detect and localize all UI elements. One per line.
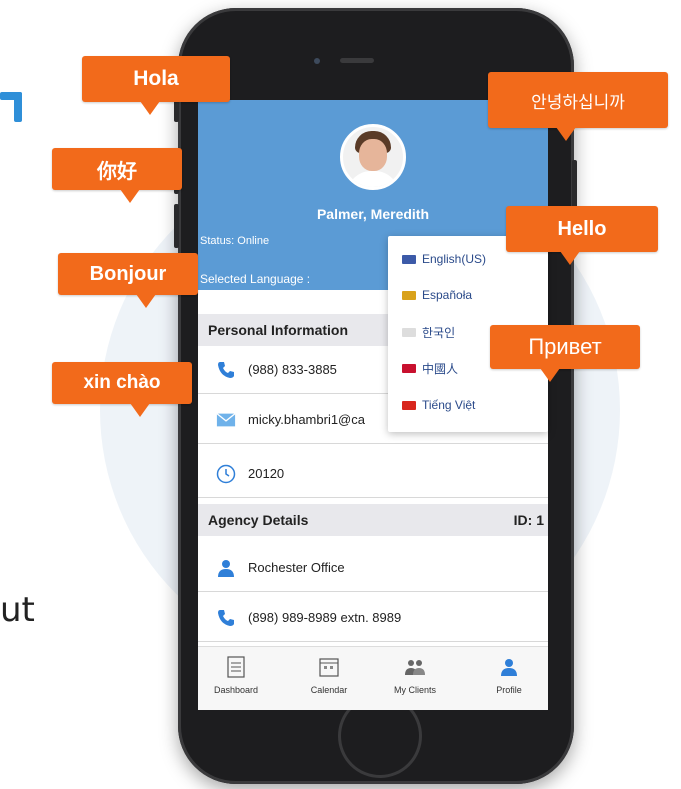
greeting-bubble-korean: 안녕하십니까	[488, 72, 668, 128]
vietnam-flag-icon	[402, 400, 416, 410]
greeting-hello: Hello	[557, 217, 607, 240]
bubble-tail	[140, 101, 160, 115]
language-option-label: Españoła	[422, 288, 473, 302]
language-option-label: 中國人	[422, 362, 459, 376]
agency-id: ID: 1	[513, 512, 544, 528]
background-partial-text: ut	[0, 590, 35, 630]
language-option-label: Tiếng Việt	[422, 398, 476, 412]
tab-dashboard-label: Dashboard	[213, 685, 259, 695]
tab-profile[interactable]: Profile	[474, 655, 544, 695]
bubble-tail	[556, 127, 576, 141]
greeting-bubble-hola: Hola	[82, 56, 230, 102]
language-option-spanish[interactable]: Españoła	[402, 288, 472, 302]
zip-code: 20120	[248, 466, 285, 481]
earpiece-speaker	[340, 58, 374, 63]
greeting-hola: Hola	[133, 67, 179, 90]
agency-phone-row[interactable]: (898) 989-8989 extn. 8989	[198, 594, 548, 642]
agency-phone: (898) 989-8989 extn. 8989	[248, 610, 402, 625]
phone-icon	[216, 608, 236, 628]
bubble-tail	[130, 403, 150, 417]
zip-row[interactable]: 20120	[198, 450, 548, 498]
language-option-label: English(US)	[422, 252, 487, 266]
language-option-english[interactable]: English(US)	[402, 252, 486, 266]
profile-icon	[474, 655, 544, 679]
bubble-tail	[540, 368, 560, 382]
korea-flag-icon	[402, 328, 416, 337]
tab-calendar[interactable]: Calendar	[294, 655, 364, 695]
greeting-privet: Привет	[528, 334, 602, 359]
tab-my-clients-label: My Clients	[393, 685, 436, 695]
agency-details-header: Agency Details ID: 1	[198, 504, 548, 536]
phone-icon	[216, 360, 236, 380]
language-option-vietnamese[interactable]: Tiếng Việt	[402, 398, 475, 412]
greeting-nihao: 你好	[97, 160, 137, 183]
greeting-xinchao: xin chào	[83, 372, 161, 393]
greeting-bubble-nihao: 你好	[52, 148, 182, 190]
dashboard-icon	[201, 655, 271, 679]
agency-office: Rochester Office	[248, 560, 345, 575]
language-option-korean[interactable]: 한국인	[402, 324, 455, 341]
phone-number: (988) 833-3885	[248, 362, 337, 377]
personal-information-title: Personal Information	[208, 322, 349, 338]
tab-dashboard[interactable]: Dashboard	[201, 655, 271, 695]
bubble-tail	[136, 294, 156, 308]
clients-icon	[380, 655, 450, 679]
agency-details-title: Agency Details	[208, 512, 309, 528]
calendar-icon	[294, 655, 364, 679]
phone-mute-switch	[174, 100, 179, 122]
tab-calendar-label: Calendar	[310, 685, 348, 695]
tab-profile-label: Profile	[496, 685, 522, 695]
person-icon	[216, 558, 236, 578]
spain-flag-icon	[402, 290, 416, 300]
profile-name: Palmer, Meredith	[316, 206, 430, 222]
selected-language-label: Selected Language :	[200, 272, 311, 286]
tab-my-clients[interactable]: My Clients	[380, 655, 450, 695]
language-option-label: 한국인	[422, 326, 456, 340]
agency-office-row[interactable]: Rochester Office	[198, 544, 548, 592]
front-camera	[314, 58, 320, 64]
greeting-bubble-privet: Привет	[490, 325, 640, 369]
greeting-bubble-hello: Hello	[506, 206, 658, 252]
mail-icon	[216, 410, 236, 430]
email-address: micky.bhambri1@ca	[248, 412, 365, 427]
clock-icon	[216, 464, 236, 484]
decorative-accent-vertical	[14, 92, 22, 122]
china-flag-icon	[402, 364, 416, 373]
us-flag-icon	[402, 254, 416, 264]
avatar[interactable]	[340, 124, 406, 190]
status-text: Status: Online	[200, 235, 270, 247]
bottom-tab-bar: Dashboard Calendar My Clients Profile	[198, 646, 548, 710]
phone-volume-down	[174, 204, 179, 248]
greeting-korean: 안녕하십니까	[531, 92, 625, 112]
language-option-chinese[interactable]: 中國人	[402, 360, 458, 377]
bubble-tail	[120, 189, 140, 203]
bubble-tail	[560, 251, 580, 265]
greeting-bubble-xinchao: xin chào	[52, 362, 192, 404]
greeting-bubble-bonjour: Bonjour	[58, 253, 198, 295]
greeting-bonjour: Bonjour	[89, 262, 167, 285]
